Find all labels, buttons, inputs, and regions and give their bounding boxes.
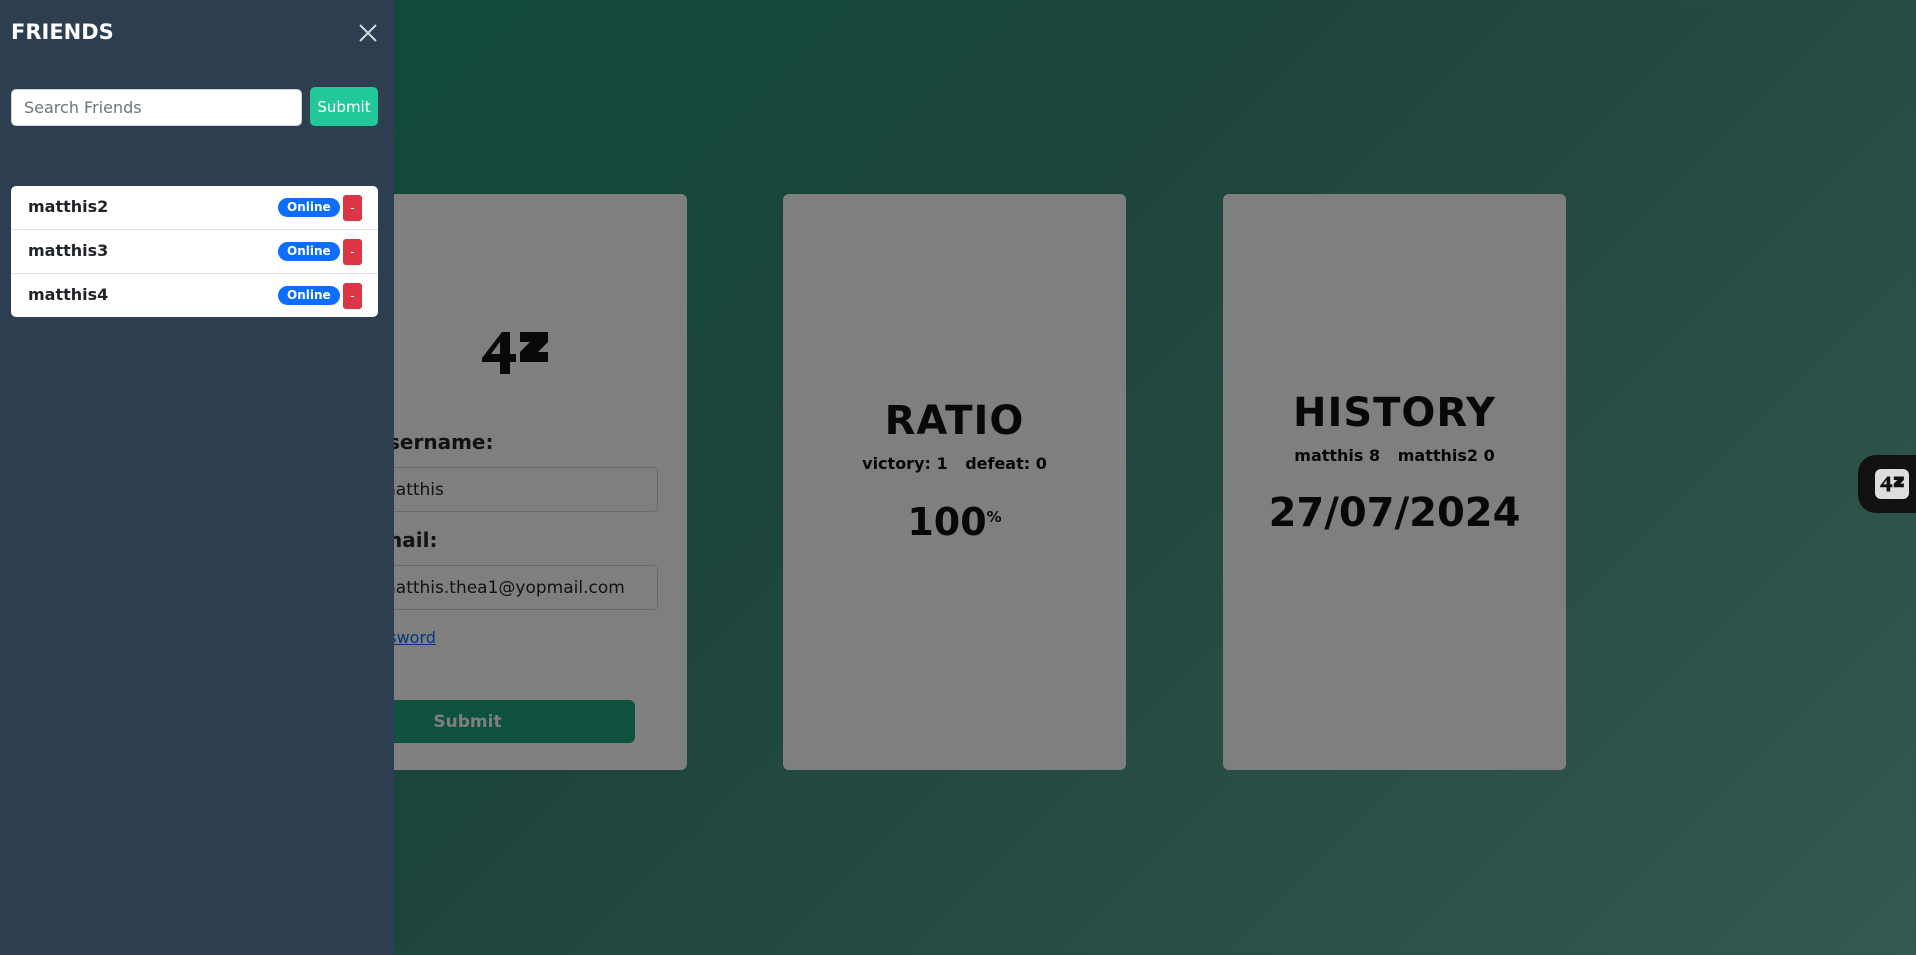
friend-name[interactable]: matthis2 xyxy=(28,197,108,216)
remove-friend-button[interactable]: - xyxy=(343,195,362,221)
friend-row: matthis2 Online - xyxy=(11,186,378,230)
close-icon[interactable] xyxy=(355,20,381,46)
floating-42-button[interactable] xyxy=(1858,455,1916,513)
friend-name[interactable]: matthis4 xyxy=(28,285,108,304)
status-badge: Online xyxy=(278,198,340,217)
remove-friend-button[interactable]: - xyxy=(343,283,362,309)
friends-sidebar: FRIENDS Submit matthis2 Online - matthis… xyxy=(0,0,394,955)
remove-friend-button[interactable]: - xyxy=(343,239,362,265)
friend-list: matthis2 Online - matthis3 Online - matt… xyxy=(11,186,378,317)
sidebar-title: FRIENDS xyxy=(11,20,114,44)
friend-row: matthis4 Online - xyxy=(11,274,378,317)
42-button-icon xyxy=(1875,469,1909,499)
status-badge: Online xyxy=(278,242,340,261)
friend-row: matthis3 Online - xyxy=(11,230,378,274)
status-badge: Online xyxy=(278,286,340,305)
friend-name[interactable]: matthis3 xyxy=(28,241,108,260)
search-friends-input[interactable] xyxy=(11,89,302,126)
search-submit-button[interactable]: Submit xyxy=(310,87,378,126)
